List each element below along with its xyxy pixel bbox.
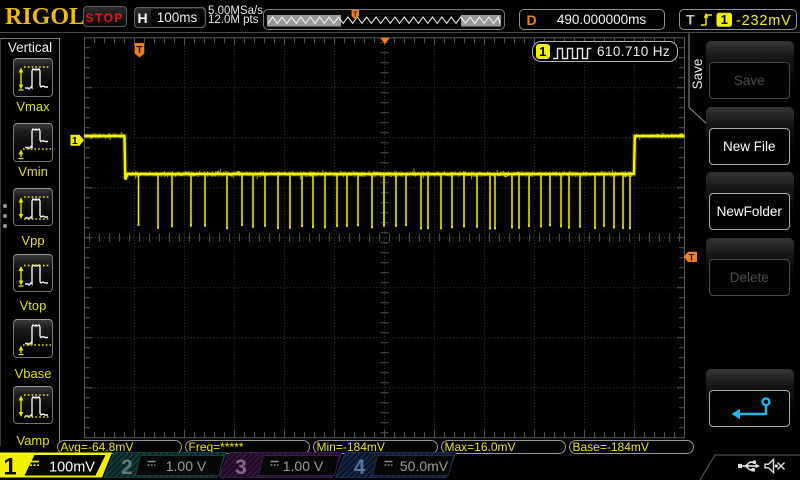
svg-text:1.00 V: 1.00 V bbox=[283, 458, 324, 474]
svg-text:4: 4 bbox=[354, 456, 366, 479]
svg-text:T: T bbox=[136, 44, 143, 56]
svg-text:-232mV: -232mV bbox=[736, 13, 792, 29]
svg-text:1.00 V: 1.00 V bbox=[166, 458, 207, 474]
svg-text:1: 1 bbox=[720, 12, 727, 27]
svg-text:2: 2 bbox=[121, 456, 133, 479]
svg-text:1: 1 bbox=[3, 454, 16, 480]
svg-text:1: 1 bbox=[72, 135, 78, 147]
svg-text:3: 3 bbox=[235, 456, 247, 479]
svg-text:Save: Save bbox=[690, 59, 705, 90]
svg-text:50.0mV: 50.0mV bbox=[400, 458, 449, 474]
svg-text:T: T bbox=[353, 11, 358, 18]
svg-text:100mV: 100mV bbox=[49, 460, 95, 476]
svg-text:T: T bbox=[689, 253, 695, 264]
svg-text:T: T bbox=[686, 11, 695, 27]
